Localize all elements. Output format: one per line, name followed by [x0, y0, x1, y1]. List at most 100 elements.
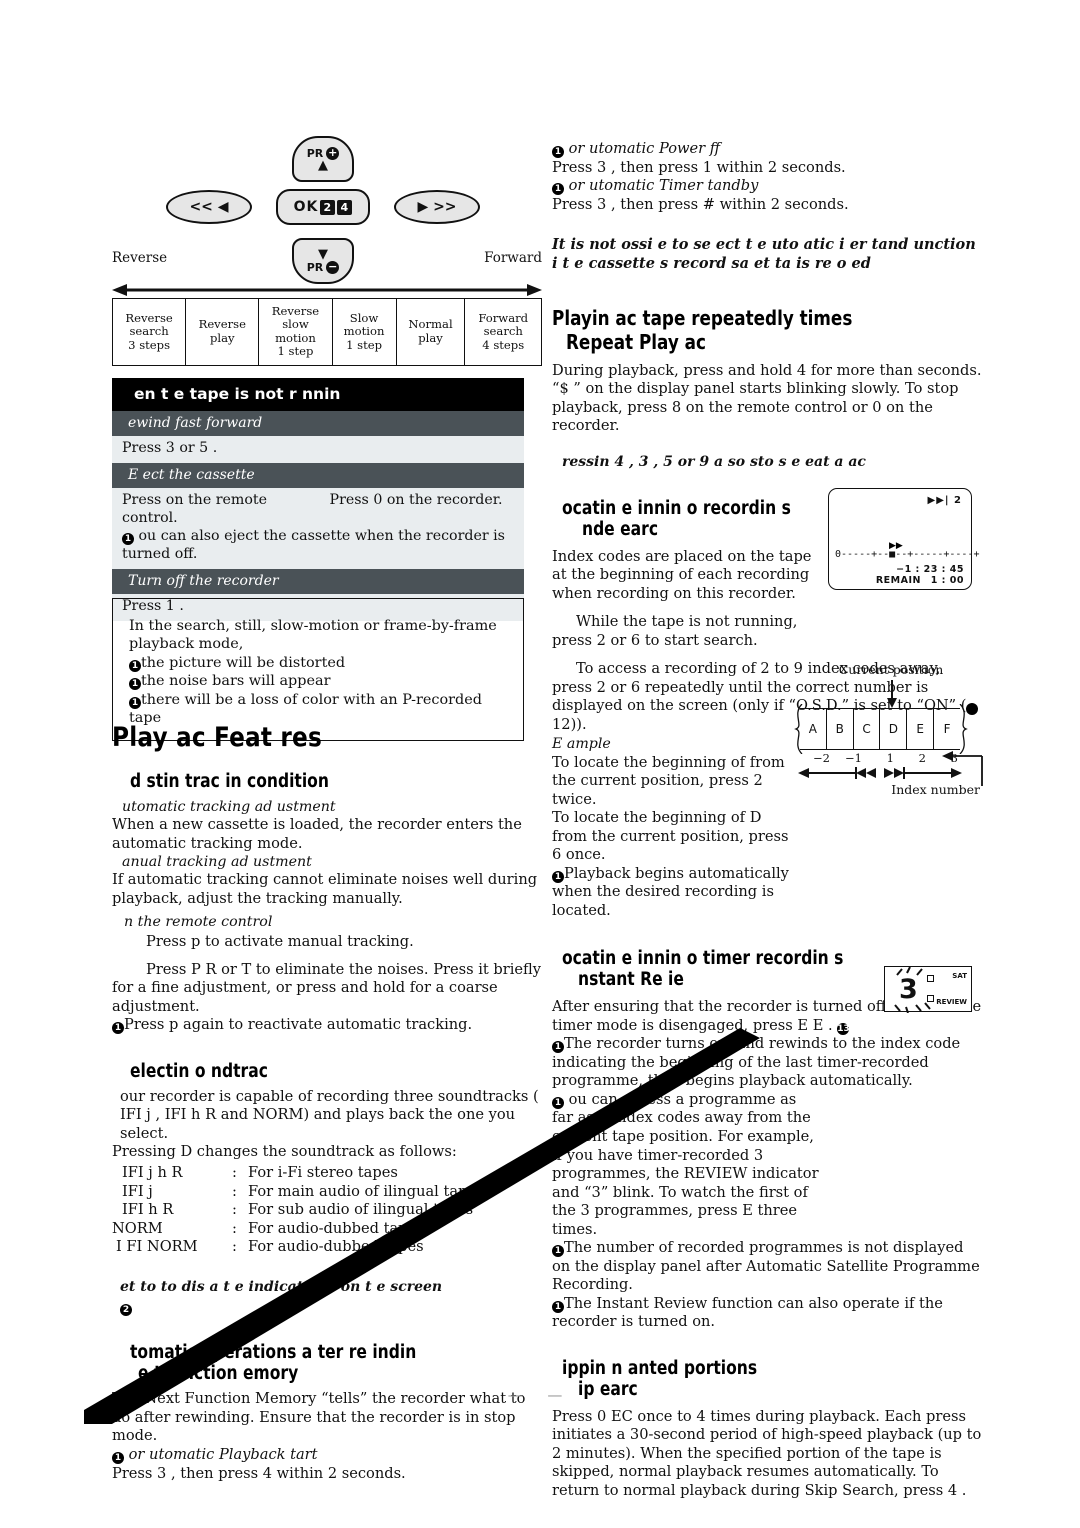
- mode-cell-text: Reverse play: [198, 317, 246, 345]
- pr-down-label: PR: [306, 260, 324, 274]
- forward-right-key[interactable]: ▶ >>: [394, 190, 480, 224]
- table-subheader-turnoff: Turn off the recorder: [112, 568, 524, 594]
- tape-cell-b: B: [827, 709, 854, 749]
- manual-page: PR + ▲ << ◀ OK 2 4 ▶ >> ▼ PR − Reverse Forwa…: [0, 0, 1080, 1528]
- bullet-text: The recorder turns on, and rewinds to th…: [552, 1035, 961, 1090]
- section-heading-nfm-b: e t F nction emory: [138, 1363, 299, 1385]
- note-item: 1 the picture will be distorted: [129, 654, 507, 672]
- bullet-text: The Instant Review function can also ope…: [552, 1294, 943, 1331]
- subheader-right: [321, 415, 514, 431]
- mode-cell-text: Normal play: [408, 317, 453, 345]
- vcr-display-panel-figure: ▶▶| 2 ▶▶ 0-----+--■--+-----+----+ −1 : 2…: [828, 488, 980, 590]
- index-count-value: 2: [954, 495, 962, 506]
- para-index-access-tail: 12)).: [552, 715, 587, 733]
- bullet-icon: 1: [552, 146, 564, 158]
- pr-up-key[interactable]: PR + ▲: [292, 136, 354, 182]
- row-text-right: Press 0 on the recorder.: [329, 491, 503, 508]
- bullet-icon: 1: [112, 1452, 124, 1465]
- list-item-left: NORM: [112, 1219, 163, 1237]
- table-subheader-rewind: ewind fast forward: [112, 411, 524, 436]
- bullet-icon: 1: [552, 183, 564, 196]
- tape-cell-e: E: [907, 709, 935, 749]
- section-heading-review-b: nstant Re ie: [578, 969, 684, 991]
- rewind-left-key[interactable]: << ◀: [166, 190, 252, 224]
- bullet-auto-timer-standby: 1 or utomatic Timer tandby: [552, 177, 982, 196]
- bullet-icon: 1: [122, 533, 134, 546]
- section-heading-tracking: d stin trac in condition: [130, 771, 329, 792]
- tape-not-running-table: en t e tape is not r nnin ewind fast for…: [112, 378, 524, 621]
- soundtrack-footnote: et to to dis a t e indications on t e sc…: [120, 1278, 443, 1295]
- bullet-text: ou can access a programme as far as 9 in…: [552, 1090, 819, 1238]
- para-index-codes: Index codes are placed on the tape at th…: [552, 547, 812, 602]
- tape-index-figure: Current position A B C D E F −2 −1 1 2 3: [790, 662, 983, 802]
- section-heading-repeat-b: Repeat Play ac: [566, 329, 706, 354]
- bullet-text: Press p again to reactivate automatic tr…: [124, 1016, 473, 1034]
- list-item: NORM : For audio-dubbed tapes: [112, 1220, 542, 1239]
- note-intro: In the search, still, slow-motion or fra…: [129, 618, 497, 653]
- bullet-icon: 1: [552, 1096, 564, 1109]
- subheader-left: Turn off the recorder: [128, 572, 279, 589]
- mode-cell-reverse-search: Reverse search 3 steps: [111, 298, 187, 366]
- list-item-right: For main audio of ilingual tapes: [248, 1182, 484, 1200]
- bullet-icon: 1: [112, 1022, 124, 1035]
- section-heading-repeat-a: Playin ac tape repeatedly times: [552, 305, 853, 330]
- list-item: IFI h R : For sub audio of ilingual tape…: [112, 1201, 542, 1220]
- para-auto-tracking: When a new cassette is loaded, the recor…: [112, 816, 522, 852]
- ok-label: OK: [293, 199, 319, 215]
- remain-label: REMAIN: [875, 575, 921, 586]
- para-repeat-play: During playback, press and hold 4 for mo…: [552, 361, 982, 435]
- down-arrow-icon: ▼: [318, 246, 328, 262]
- tape-cell-d: D: [880, 709, 908, 749]
- index-numbers-row: −2 −1 1 2 3: [800, 751, 960, 765]
- colon: :: [232, 1182, 237, 1200]
- soundtrack-list: IFI j h R : For i-Fi stereo tapes IFI j …: [112, 1164, 542, 1257]
- list-item: IFI j : For main audio of ilingual tapes: [112, 1183, 542, 1202]
- current-position-label: Current position: [838, 662, 944, 677]
- para-soundtrack-pressing: Pressing D changes the soundtrack as fol…: [112, 1143, 457, 1161]
- bullet-icon: 1: [552, 1245, 564, 1258]
- pr-down-key[interactable]: ▼ PR −: [292, 238, 354, 284]
- table-row-eject: Press on the remote control. Press 0 on …: [112, 487, 524, 569]
- para-nfm-press: Press 3 , then press 4 within 2 seconds.: [112, 1464, 406, 1482]
- mode-cell-forward-search: Forward search 4 steps: [464, 298, 542, 366]
- forward-label: Forward: [484, 250, 542, 266]
- table-row: Reverse search 3 steps Reverse play Reverse…: [111, 298, 542, 366]
- colon: :: [232, 1201, 237, 1219]
- table-subheader-eject: E ect the cassette: [112, 462, 524, 488]
- para-auto-power-off: Press 3 , then press 1 within 2 seconds.: [552, 158, 846, 176]
- section-heading-soundtrack: electin o ndtrac: [130, 1060, 268, 1082]
- subheading-manual-tracking: anual tracking ad ustment: [122, 854, 312, 871]
- tape-scale: 0-----+--■--+-----+----+: [835, 549, 980, 560]
- plus-icon: +: [326, 145, 340, 160]
- bullet-playback-auto: 1 Playback begins automatically when the …: [552, 865, 802, 921]
- para-press-sp: Press p to activate manual tracking.: [146, 933, 414, 951]
- remain-row: REMAIN 1 : 00: [876, 575, 964, 586]
- display-counter-row: ▶▶| 2: [928, 495, 963, 506]
- bullet-text: Playback begins automatically when the d…: [552, 864, 789, 919]
- sat-label: SAT: [952, 972, 967, 980]
- list-item-left: I FI NORM: [116, 1238, 198, 1256]
- tape-segments: A B C D E F: [800, 708, 960, 750]
- repeat-footnote: ressin 4 , 3 , 5 or 9 a so sto s e eat a…: [562, 453, 866, 470]
- ok-key[interactable]: OK 2 4: [276, 189, 370, 225]
- list-item-right: For audio-dubbed tapes: [248, 1238, 424, 1256]
- tape-cell-f: F: [943, 722, 951, 736]
- rewind-left-label: << ◀: [189, 199, 229, 215]
- remain-value: 1 : 00: [930, 575, 964, 586]
- para-locate-c: To locate the beginning of from the curr…: [552, 753, 785, 808]
- bullet-text: or utomatic Playback tart: [124, 1446, 318, 1464]
- mode-cell-slow-motion: Slow motion 1 step: [331, 298, 397, 366]
- tape-cell-c: C: [854, 709, 881, 749]
- list-item-left: IFI j h R: [122, 1164, 183, 1181]
- note-item-text: the picture will be distorted: [141, 654, 346, 671]
- footer-page-marks: — —: [507, 1386, 573, 1404]
- badge-13-icon: 13: [837, 1022, 850, 1035]
- row-note-text: ou can also eject the cassette when the …: [122, 528, 505, 562]
- bullet-auto-power-off: 1 or utomatic Power ff: [552, 140, 982, 159]
- para-index-start-search: While the tape is not running, press 2 o…: [552, 613, 798, 649]
- index-number-1: 1: [886, 751, 894, 765]
- mode-cell-normal-play: Normal play: [395, 298, 466, 366]
- row-text: Press 3 or 5 .: [122, 440, 218, 456]
- list-item-right: For sub audio of ilingual tapes: [248, 1201, 474, 1219]
- caution-text: It is not ossi e to se ect t e uto atic …: [552, 236, 976, 272]
